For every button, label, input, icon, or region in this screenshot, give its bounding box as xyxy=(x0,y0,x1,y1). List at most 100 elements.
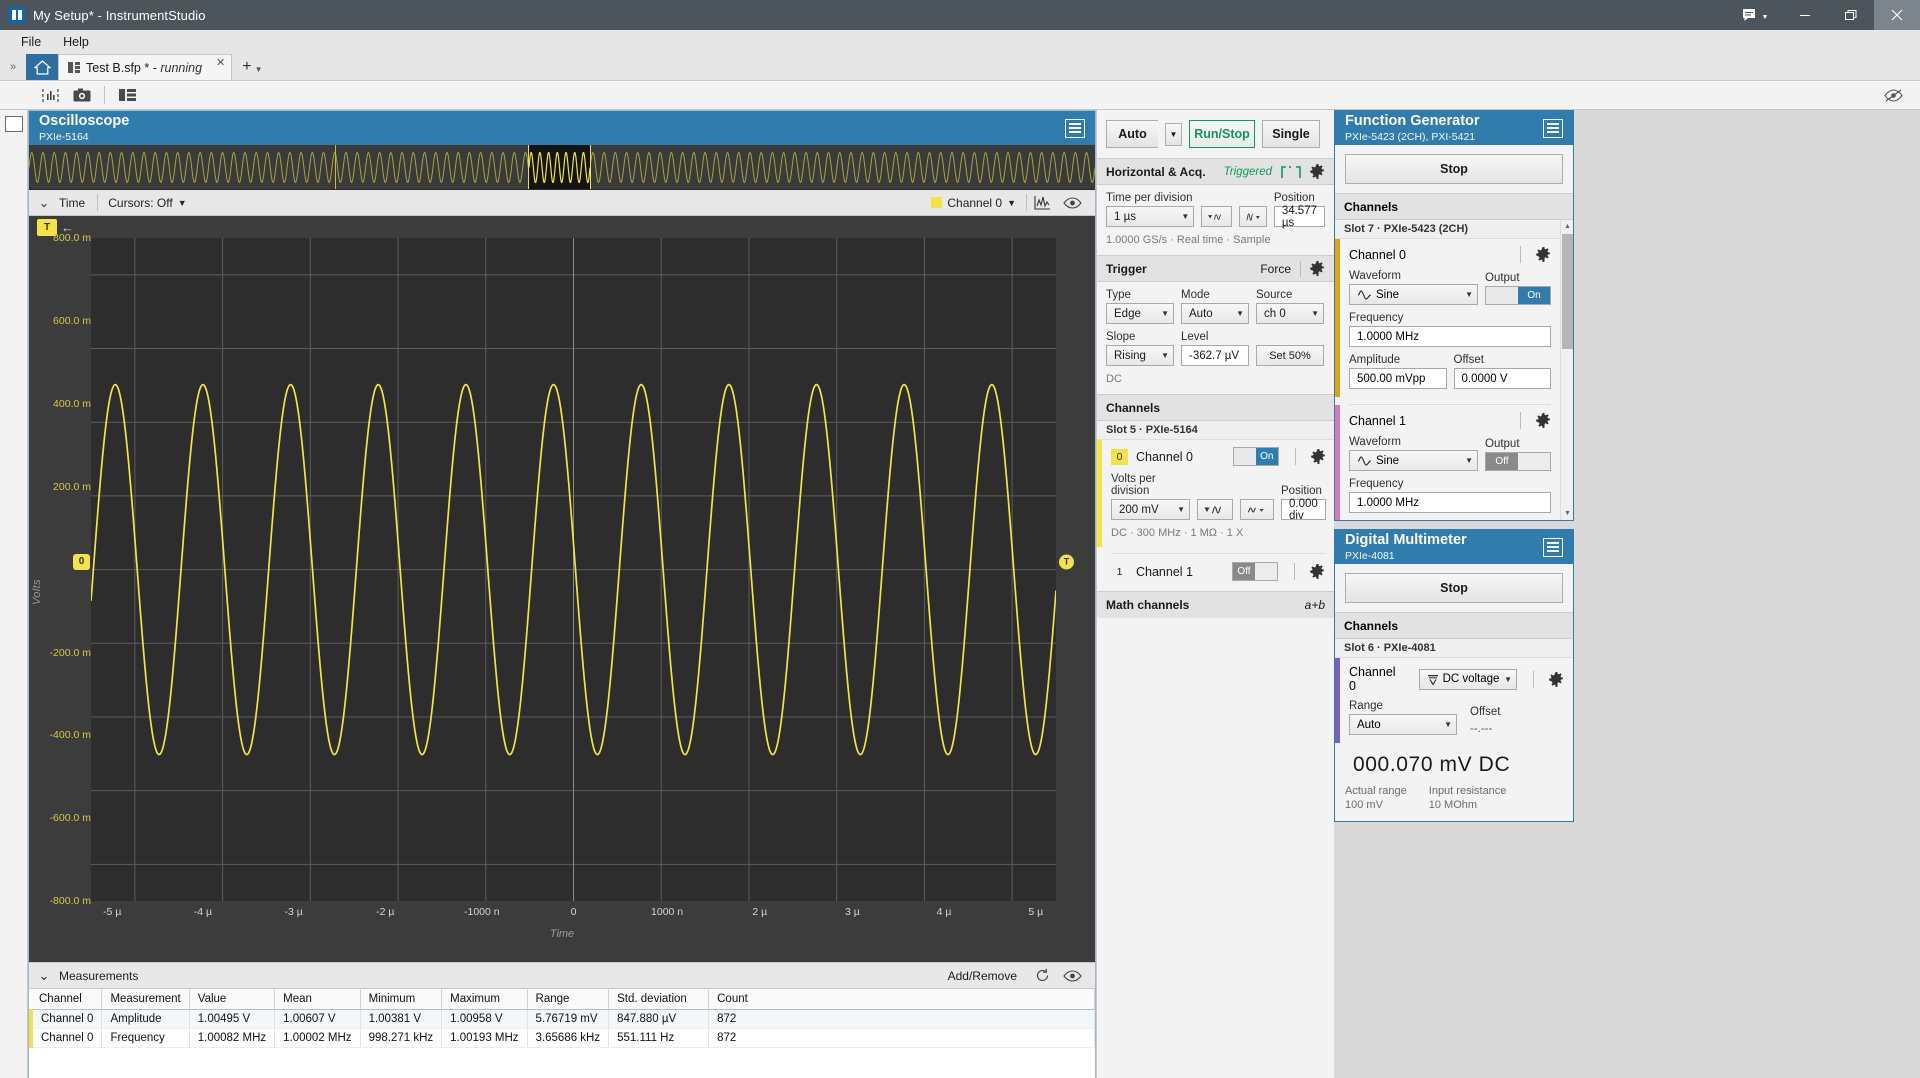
dmm-stop-button[interactable]: Stop xyxy=(1345,573,1563,603)
fgen-ch1-waveform-select[interactable]: Sine ▼ xyxy=(1349,450,1478,471)
chevron-down-icon[interactable]: ▼ xyxy=(255,65,263,74)
table-row[interactable]: Channel 0 Frequency 1.00082 MHz 1.00002 … xyxy=(29,1028,1095,1048)
gear-icon[interactable] xyxy=(1549,671,1564,687)
overview-selection[interactable] xyxy=(528,145,591,189)
channel-selector[interactable]: Channel 0 ▼ xyxy=(921,196,1026,210)
gear-icon[interactable] xyxy=(1310,261,1325,276)
auto-button[interactable]: Auto xyxy=(1106,120,1158,148)
fgen-ch1-output-state: Off xyxy=(1486,453,1518,470)
trigger-level-input[interactable]: -362.7 µV xyxy=(1181,345,1249,366)
eye-slash-icon[interactable] xyxy=(1878,83,1908,108)
tab-close-icon[interactable]: ✕ xyxy=(216,56,225,69)
set-50-percent-button[interactable]: Set 50% xyxy=(1256,345,1324,366)
reset-icon[interactable] xyxy=(1027,964,1057,988)
home-tab[interactable] xyxy=(26,54,58,80)
eye-icon[interactable] xyxy=(1057,964,1087,988)
chevron-down-icon[interactable]: ▼ xyxy=(1762,14,1769,21)
gear-icon[interactable] xyxy=(1536,413,1551,428)
channel-1-enable-toggle[interactable]: Off xyxy=(1232,562,1278,581)
cell-mean: 1.00002 MHz xyxy=(274,1028,361,1048)
gear-icon[interactable] xyxy=(1310,449,1326,464)
minimize-icon[interactable] xyxy=(1782,0,1828,30)
hamburger-menu-icon[interactable] xyxy=(1065,118,1085,138)
fgen-scrollbar[interactable]: ▲ ▼ xyxy=(1560,220,1573,520)
restore-icon[interactable] xyxy=(1828,0,1874,30)
col-maximum[interactable]: Maximum xyxy=(441,989,528,1010)
fgen-stop-button[interactable]: Stop xyxy=(1345,154,1563,184)
gear-icon[interactable] xyxy=(1310,564,1325,579)
time-per-division-select[interactable]: 1 µs ▼ xyxy=(1106,206,1195,227)
channel-0-enable-toggle[interactable]: On xyxy=(1232,447,1279,466)
col-mean[interactable]: Mean xyxy=(274,989,361,1010)
chevron-down-icon[interactable]: ⌄ xyxy=(29,968,59,984)
math-channels-row[interactable]: Math channels a+b xyxy=(1097,591,1334,618)
waveform-graph-icon[interactable] xyxy=(1027,191,1057,215)
chevron-double-right-icon[interactable]: » xyxy=(0,54,26,80)
col-minimum[interactable]: Minimum xyxy=(360,989,443,1010)
menu-item-file[interactable]: File xyxy=(10,32,52,52)
trigger-level-cursor[interactable]: T xyxy=(1059,554,1074,570)
horizontal-position-input[interactable]: 34.577 µs xyxy=(1273,205,1325,229)
plot-area[interactable]: Volts 800.0 m 600.0 m 400.0 m 200.0 m -2… xyxy=(29,232,1095,962)
col-count[interactable]: Count xyxy=(708,989,1095,1010)
single-button[interactable]: Single xyxy=(1262,120,1320,148)
run-stop-button[interactable]: Run/Stop xyxy=(1189,120,1255,148)
gear-icon[interactable] xyxy=(1310,164,1325,179)
waveform-overview-strip[interactable] xyxy=(29,145,1095,190)
autoscale-time-icon[interactable] xyxy=(1201,206,1232,227)
chevron-down-icon[interactable]: ▼ xyxy=(1561,507,1573,520)
table-row[interactable]: Channel 0 Amplitude 1.00495 V 1.00607 V … xyxy=(29,1009,1095,1029)
gear-icon[interactable] xyxy=(1536,247,1551,262)
panel-arrangement-icon[interactable] xyxy=(112,83,142,108)
trigger-source-select[interactable]: ch 0 ▼ xyxy=(1256,303,1324,324)
tab-test-b[interactable]: Test B.sfp * - running ✕ xyxy=(58,54,233,80)
add-remove-measurements-button[interactable]: Add/Remove xyxy=(938,969,1027,983)
trigger-mode-select[interactable]: Auto ▼ xyxy=(1181,303,1249,324)
chevron-down-icon[interactable]: ⌄ xyxy=(29,195,59,211)
fgen-ch0-offset-input[interactable]: 0.0000 V xyxy=(1453,368,1551,389)
col-value[interactable]: Value xyxy=(189,989,276,1010)
side-panel-icon[interactable] xyxy=(4,116,23,132)
hamburger-menu-icon[interactable] xyxy=(1543,537,1563,557)
force-trigger-button[interactable]: Force xyxy=(1260,262,1291,276)
hamburger-menu-icon[interactable] xyxy=(1543,118,1563,138)
channel-position-input[interactable]: 0.000 div xyxy=(1281,498,1326,522)
fgen-ch1-frequency-input[interactable]: 1.0000 MHz xyxy=(1349,492,1551,513)
coupling-icon[interactable] xyxy=(1240,499,1274,520)
scope-graph[interactable]: T ← Volts 800.0 m 600.0 m 400.0 m 200.0 … xyxy=(29,216,1095,962)
chevron-down-icon[interactable]: ▼ xyxy=(1165,122,1182,146)
channel-zero-cursor[interactable]: 0 xyxy=(73,553,90,570)
trigger-slope-select[interactable]: Rising ▼ xyxy=(1106,345,1174,366)
fgen-ch0-amplitude-input[interactable]: 500.00 mVpp xyxy=(1349,368,1447,389)
fgen-ch0-frequency-input[interactable]: 1.0000 MHz xyxy=(1349,326,1551,347)
dmm-range-select[interactable]: Auto ▼ xyxy=(1349,714,1457,735)
dmm-function-select[interactable]: DC voltage ▼ xyxy=(1418,668,1518,690)
fgen-ch0-output-toggle[interactable]: On xyxy=(1485,286,1551,305)
col-channel[interactable]: Channel xyxy=(31,989,103,1010)
autoscale-volts-icon[interactable] xyxy=(1197,499,1233,520)
plot-canvas[interactable] xyxy=(91,238,1056,902)
chevron-up-icon[interactable]: ▲ xyxy=(1561,220,1573,233)
close-icon[interactable] xyxy=(1874,0,1920,30)
menu-item-help[interactable]: Help xyxy=(52,32,100,52)
eye-icon[interactable] xyxy=(1057,191,1087,215)
feedback-chat-icon[interactable]: ▼ xyxy=(1728,0,1782,30)
x-tick: -2 µ xyxy=(376,906,395,918)
oscilloscope-panel: Oscilloscope PXIe-5164 ⌄ Time Cursors: O… xyxy=(28,110,1096,1078)
col-range[interactable]: Range xyxy=(527,989,610,1010)
col-std-dev[interactable]: Std. deviation xyxy=(608,989,710,1010)
fgen-ch0-waveform-select[interactable]: Sine ▼ xyxy=(1349,284,1478,305)
acquisition-mode-icon[interactable] xyxy=(1238,206,1267,227)
oscilloscope-header: Oscilloscope PXIe-5164 xyxy=(29,111,1095,145)
chevron-down-icon: ▼ xyxy=(1465,456,1473,465)
volts-per-division-select[interactable]: 200 mV ▼ xyxy=(1111,499,1190,520)
instrument-layout-icon[interactable] xyxy=(35,83,65,108)
fgen-ch1-output-toggle[interactable]: Off xyxy=(1485,452,1551,471)
trigger-type-select[interactable]: Edge ▼ xyxy=(1106,303,1174,324)
chevron-down-icon: ▼ xyxy=(1161,351,1169,360)
new-tab-button[interactable]: + ▼ xyxy=(232,54,270,80)
fgen-scrollbar-thumb[interactable] xyxy=(1562,234,1573,349)
cursors-dropdown[interactable]: Cursors: Off ▼ xyxy=(98,196,196,210)
camera-capture-icon[interactable] xyxy=(67,83,97,108)
col-measurement[interactable]: Measurement xyxy=(101,989,190,1010)
